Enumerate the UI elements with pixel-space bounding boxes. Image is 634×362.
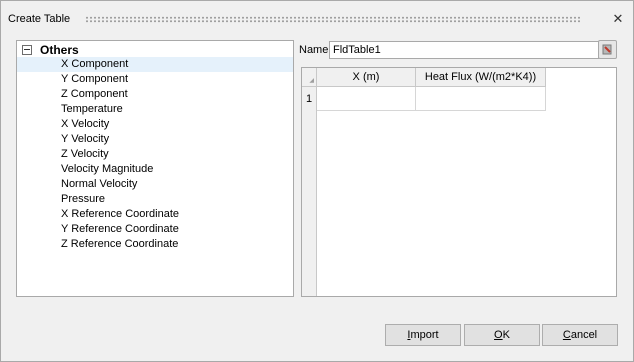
name-label: Name [299, 44, 329, 56]
table-cell-heat-flux[interactable] [416, 87, 546, 111]
tree-item[interactable]: Z Velocity [17, 147, 293, 162]
import-button[interactable]: Import [385, 324, 461, 346]
title-bar[interactable]: Create Table ✕ [1, 1, 633, 35]
tree-item[interactable]: Y Velocity [17, 132, 293, 147]
tree-node-others[interactable]: Others [22, 43, 79, 57]
row-header-filler [302, 111, 317, 296]
grid-corner[interactable]: ◢ [302, 68, 317, 87]
row-header[interactable]: 1 [302, 87, 317, 111]
tree-item[interactable]: Temperature [17, 102, 293, 117]
tree-item-list: X Component Y Component Z Component Tempera… [17, 57, 293, 252]
column-header-heat-flux[interactable]: Heat Flux (W/(m2*K4)) [416, 68, 546, 87]
tree-item[interactable]: Pressure [17, 192, 293, 207]
table-cell-x[interactable] [317, 87, 416, 111]
table-edit-icon [602, 44, 612, 55]
tree-item[interactable]: Z Component [17, 87, 293, 102]
variable-tree: Others X Component Y Component Z Component… [16, 40, 294, 297]
ok-button[interactable]: OK [464, 324, 540, 346]
tree-root-label: Others [40, 43, 79, 57]
tree-item[interactable]: Y Component [17, 72, 293, 87]
tree-item[interactable]: X Component [17, 57, 293, 72]
data-grid: ◢ X (m) Heat Flux (W/(m2*K4)) 1 [301, 67, 617, 297]
tree-item[interactable]: Velocity Magnitude [17, 162, 293, 177]
tree-item[interactable]: Z Reference Coordinate [17, 237, 293, 252]
cancel-button[interactable]: Cancel [542, 324, 618, 346]
table-edit-button[interactable] [598, 40, 617, 59]
dialog-title: Create Table [8, 13, 71, 25]
close-icon[interactable]: ✕ [608, 9, 628, 29]
tree-item[interactable]: Normal Velocity [17, 177, 293, 192]
column-header-x[interactable]: X (m) [317, 68, 416, 87]
drag-grip[interactable] [85, 16, 581, 23]
collapse-icon[interactable] [22, 45, 32, 55]
tree-item[interactable]: X Velocity [17, 117, 293, 132]
create-table-dialog: Create Table ✕ Others X Component Y Compo… [0, 0, 634, 362]
tree-item[interactable]: Y Reference Coordinate [17, 222, 293, 237]
tree-item[interactable]: X Reference Coordinate [17, 207, 293, 222]
name-input[interactable] [329, 41, 599, 59]
